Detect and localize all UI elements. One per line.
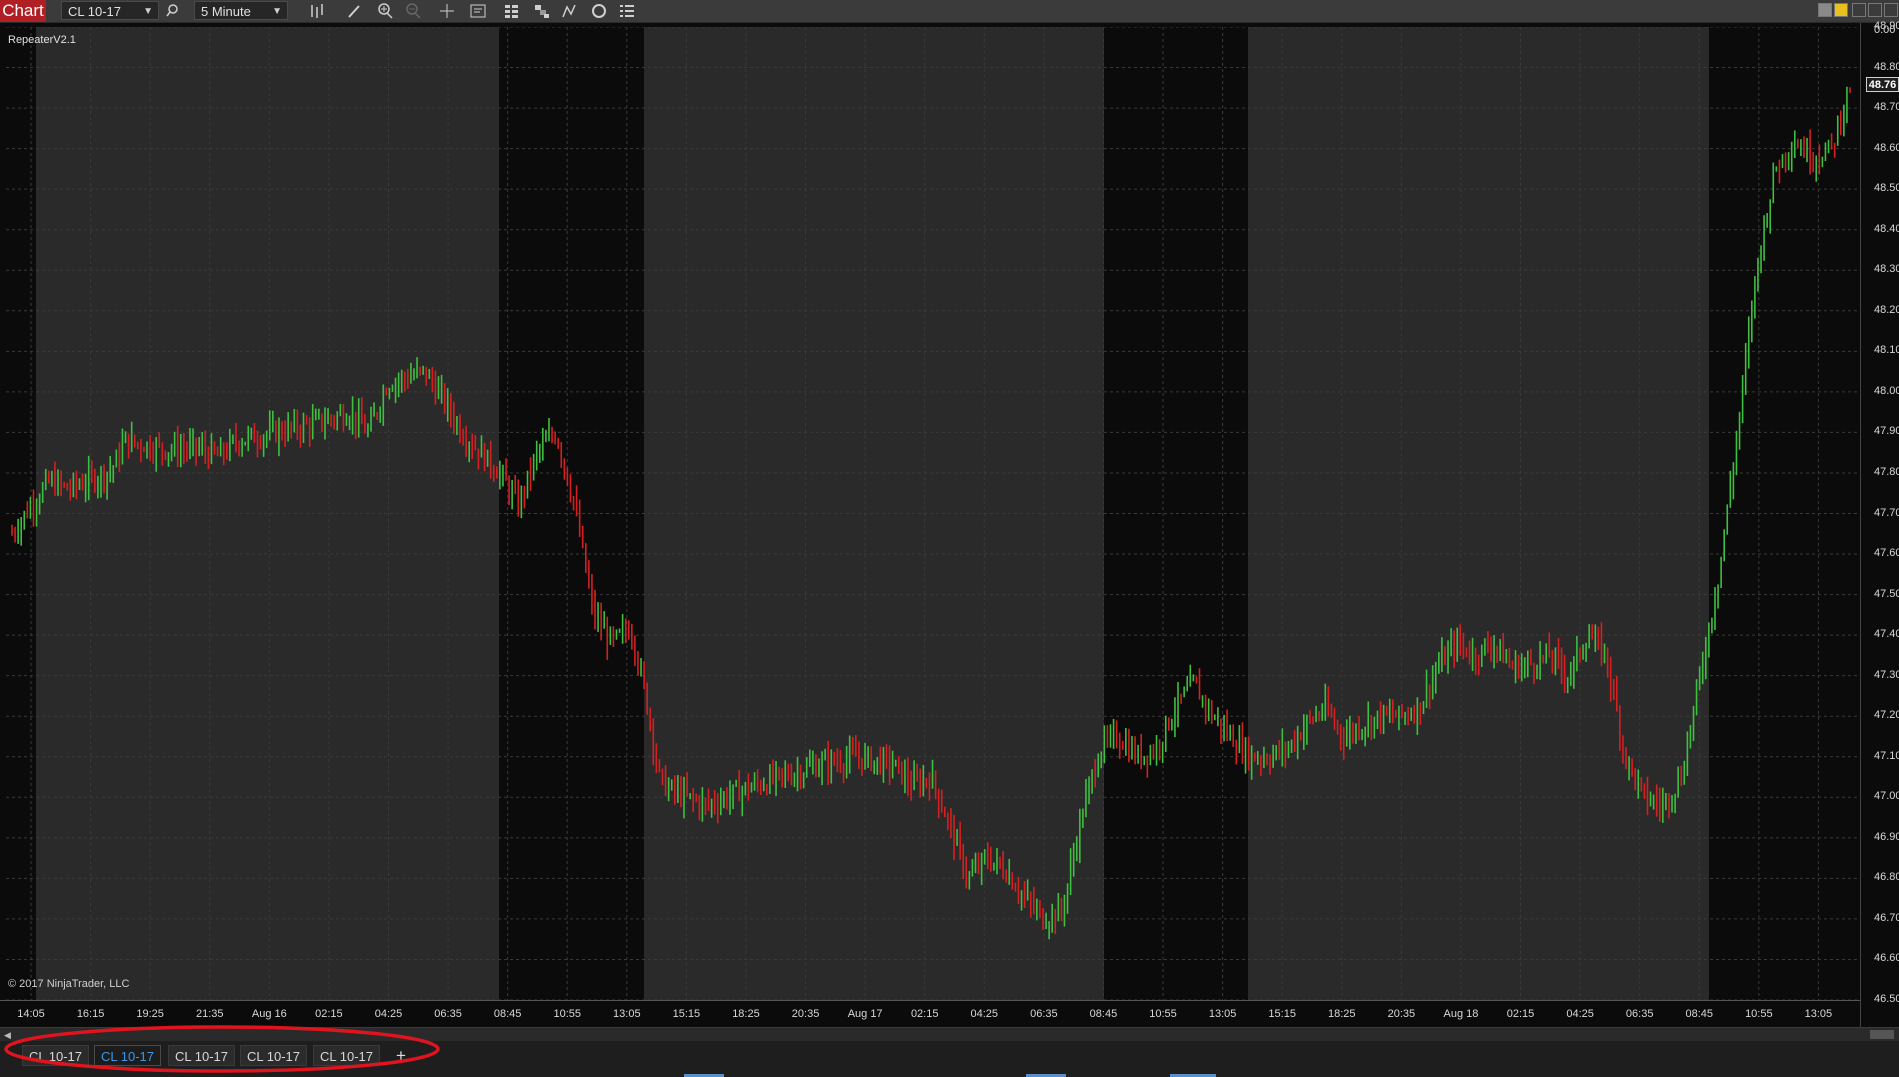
instrument-selector[interactable]: CL 10-17 ▼	[61, 1, 159, 20]
price-tick-label: 47.10	[1874, 749, 1899, 762]
time-tick-label: 13:05	[1208, 1008, 1237, 1020]
reload-icon[interactable]	[590, 2, 608, 20]
time-tick-label: 04:25	[1566, 1008, 1594, 1020]
link-color-yellow-icon[interactable]	[1834, 3, 1848, 17]
price-tick-label: 48.20	[1874, 303, 1899, 316]
price-tick-label: 47.70	[1874, 506, 1899, 519]
scrollbar-thumb[interactable]	[1870, 1030, 1894, 1039]
time-tick-label: 14:05	[17, 1008, 45, 1020]
time-tick-label: 20:35	[1387, 1008, 1416, 1020]
instrument-value: CL 10-17	[68, 4, 121, 19]
time-tick-label: 02:15	[315, 1008, 343, 1020]
data-box-icon[interactable]	[469, 2, 487, 20]
time-tick-label: 04:25	[970, 1008, 999, 1020]
time-tick-label: Aug 17	[847, 1008, 883, 1020]
time-tick-label: 06:35	[434, 1008, 462, 1020]
time-tick-label: 10:55	[1745, 1008, 1773, 1020]
price-tick-label: 48.50	[1874, 182, 1899, 195]
interval-value: 5 Minute	[201, 4, 251, 19]
time-tick-label: 02:15	[910, 1008, 939, 1020]
time-tick-label: 21:35	[195, 1008, 224, 1020]
price-tick-label: 47.90	[1874, 425, 1899, 438]
price-tick-label: 46.80	[1874, 871, 1899, 884]
session-shade	[36, 27, 499, 1000]
price-tick-label: 47.00	[1874, 790, 1899, 803]
copyright-text: © 2017 NinjaTrader, LLC	[8, 978, 130, 990]
time-tick-label: 20:35	[791, 1008, 820, 1020]
indicator-label: RepeaterV2.1	[8, 34, 76, 46]
drawing-tool-icon[interactable]	[345, 2, 363, 20]
zoom-in-icon[interactable]	[376, 2, 394, 20]
time-tick-label: 06:35	[1625, 1008, 1654, 1020]
tab-cl-10-17-4[interactable]: CL 10-17	[240, 1045, 307, 1066]
time-tick-label: 13:05	[1804, 1008, 1833, 1020]
price-axis-top-label: 0.00	[1874, 24, 1896, 36]
tab-cl-10-17-2-active[interactable]: CL 10-17	[94, 1045, 161, 1066]
time-tick-label: 02:15	[1506, 1008, 1535, 1020]
horizontal-scrollbar[interactable]: ◀	[0, 1027, 1899, 1042]
properties-icon[interactable]	[503, 2, 521, 20]
maximize-icon[interactable]	[1868, 3, 1882, 17]
price-tick-label: 48.40	[1874, 222, 1899, 235]
price-tick-label: 47.30	[1874, 668, 1899, 681]
time-tick-label: 15:15	[672, 1008, 701, 1020]
time-tick-label: 18:25	[732, 1008, 760, 1020]
bar-style-icon[interactable]	[308, 2, 326, 20]
price-tick-label: 48.60	[1874, 141, 1899, 154]
time-tick-label: 08:45	[493, 1008, 522, 1020]
current-price-marker: 48.76	[1866, 76, 1899, 92]
session-shade	[644, 27, 1104, 1000]
chart-tab-bar: CL 10-17 CL 10-17 CL 10-17 CL 10-17 CL 1…	[0, 1041, 1899, 1077]
time-tick-label: 08:45	[1089, 1008, 1118, 1020]
time-tick-label: 04:25	[374, 1008, 403, 1020]
time-tick-label: 10:55	[1149, 1008, 1177, 1020]
add-tab-button[interactable]: +	[391, 1045, 411, 1066]
price-tick-label: 46.70	[1874, 911, 1899, 924]
time-tick-label: 06:35	[1030, 1008, 1058, 1020]
time-tick-label: 16:15	[76, 1008, 105, 1020]
tab-cl-10-17-1[interactable]: CL 10-17	[22, 1045, 89, 1066]
price-tick-label: 48.10	[1874, 344, 1899, 357]
price-tick-label: 48.70	[1874, 101, 1899, 114]
chevron-down-icon: ▼	[272, 6, 282, 17]
list-icon[interactable]	[618, 2, 636, 20]
time-tick-label: 10:55	[553, 1008, 581, 1020]
time-tick-label: 13:05	[613, 1008, 641, 1020]
time-tick-label: 08:45	[1685, 1008, 1714, 1020]
price-tick-label: 46.60	[1874, 952, 1899, 965]
crosshair-icon[interactable]	[438, 2, 456, 20]
tab-cl-10-17-3[interactable]: CL 10-17	[168, 1045, 235, 1066]
price-tick-label: 48.80	[1874, 60, 1899, 73]
chart-toolbar: Chart CL 10-17 ▼ 5 Minute ▼	[0, 0, 1899, 23]
zoom-out-icon[interactable]	[404, 2, 422, 20]
price-chart[interactable]	[6, 27, 1860, 1000]
minimize-icon[interactable]	[1852, 3, 1866, 17]
price-tick-label: 46.90	[1874, 830, 1899, 843]
time-tick-label: Aug 16	[251, 1008, 287, 1020]
price-tick-label: 47.50	[1874, 587, 1899, 600]
time-tick-label: 19:25	[136, 1008, 164, 1020]
link-color-icon[interactable]	[1818, 3, 1832, 17]
price-tick-label: 47.60	[1874, 547, 1899, 560]
price-tick-label: 48.30	[1874, 263, 1899, 276]
search-icon[interactable]	[164, 2, 182, 20]
chart-window-label[interactable]: Chart	[0, 0, 46, 22]
tab-cl-10-17-5[interactable]: CL 10-17	[313, 1045, 380, 1066]
interval-selector[interactable]: 5 Minute ▼	[194, 1, 288, 20]
price-tick-label: 46.50	[1874, 993, 1899, 1005]
time-tick-label: 18:25	[1328, 1008, 1356, 1020]
time-tick-label: Aug 18	[1443, 1008, 1479, 1020]
strategies-icon[interactable]	[533, 2, 551, 20]
price-tick-label: 47.80	[1874, 465, 1899, 478]
price-tick-label: 48.00	[1874, 384, 1899, 397]
chevron-down-icon: ▼	[143, 6, 153, 17]
scroll-left-icon[interactable]: ◀	[4, 1028, 11, 1042]
close-icon[interactable]	[1884, 3, 1898, 17]
price-tick-label: 47.20	[1874, 709, 1899, 722]
time-tick-label: 15:15	[1268, 1008, 1296, 1020]
indicators-icon[interactable]	[561, 2, 579, 20]
price-tick-label: 47.40	[1874, 628, 1899, 641]
